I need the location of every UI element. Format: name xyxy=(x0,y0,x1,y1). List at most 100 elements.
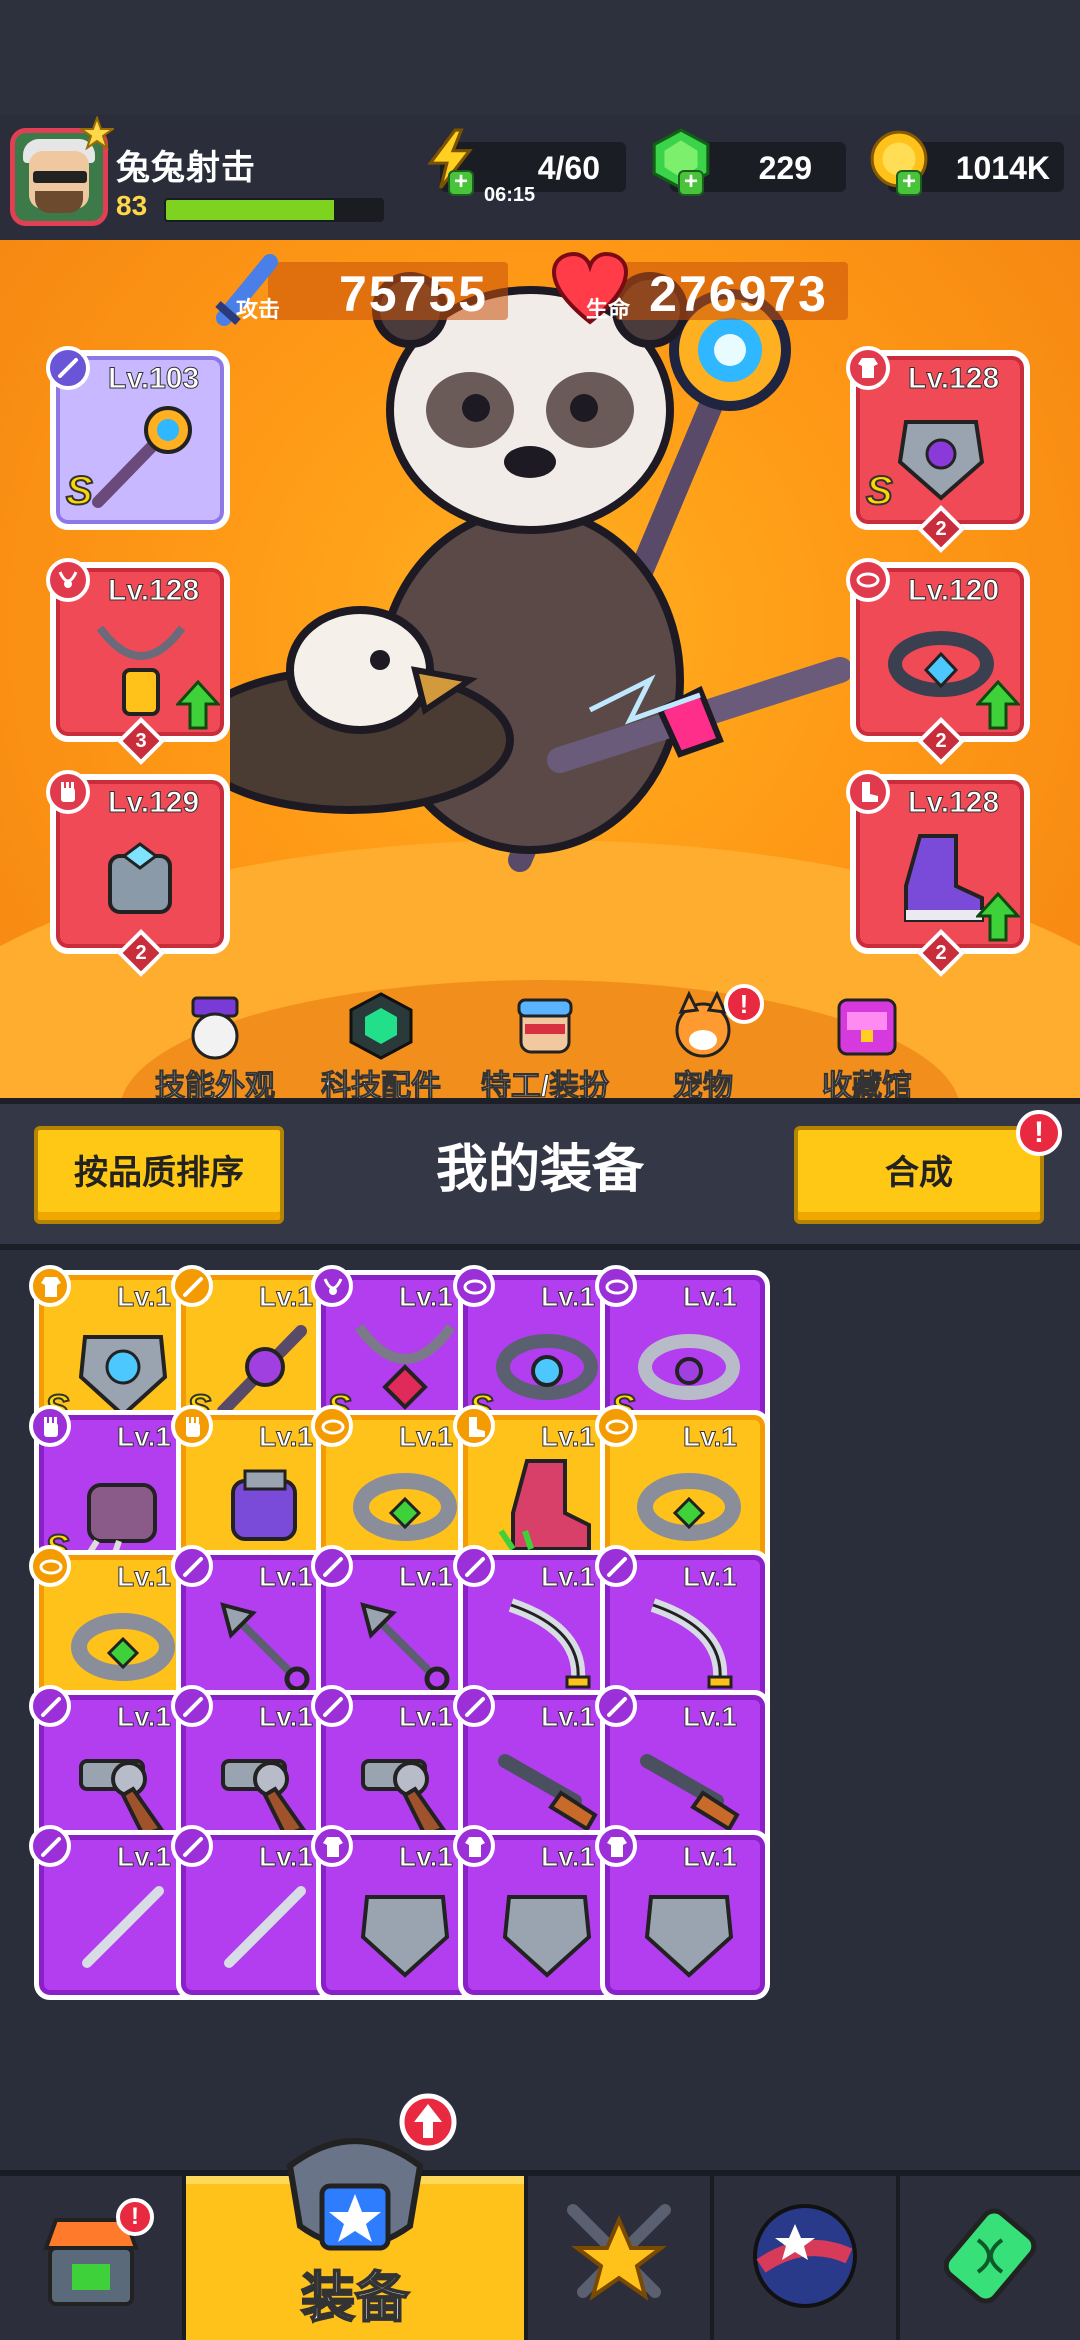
inventory-item[interactable]: Lv.1 xyxy=(595,1825,770,2000)
revolver-icon xyxy=(79,1759,165,1838)
weapon-category-icon xyxy=(453,1545,495,1587)
mech-armor-icon xyxy=(78,1335,168,1418)
item-level: Lv.1 xyxy=(259,1701,314,1733)
sword-icon xyxy=(650,1598,733,1689)
coin-value: 1014K xyxy=(955,150,1050,186)
weapon-category-icon xyxy=(29,1685,71,1727)
necklace-category-icon xyxy=(311,1265,353,1307)
feature-pet[interactable]: 宠物 ! xyxy=(618,984,788,1104)
item-level: Lv.1 xyxy=(399,1281,454,1313)
equipped-boots-slot[interactable]: Lv.128 2 xyxy=(846,770,1030,978)
avatar-beard xyxy=(35,191,83,213)
item-level: Lv.1 xyxy=(259,1421,314,1453)
weapon-category-icon xyxy=(29,1825,71,1867)
equipped-necklace-slot[interactable]: Lv.128 3 xyxy=(46,558,230,766)
add-coin-icon[interactable]: + xyxy=(896,170,922,196)
xp-bar xyxy=(164,198,384,222)
weapon-category-icon xyxy=(171,1825,213,1867)
gloves-category-icon xyxy=(171,1405,213,1447)
item-level: Lv.1 xyxy=(683,1701,738,1733)
upgrade-arrow-icon xyxy=(976,680,1020,730)
item-level: Lv.1 xyxy=(117,1421,172,1453)
claw-gauntlet-icon xyxy=(84,1483,157,1560)
item-level: Lv.1 xyxy=(259,1281,314,1313)
item-level: Lv.1 xyxy=(117,1561,172,1593)
staff-icon xyxy=(92,406,192,508)
feature-collection[interactable]: 收藏馆 xyxy=(782,990,952,1104)
weapon-category-icon xyxy=(595,1545,637,1587)
belt-category-icon xyxy=(311,1405,353,1447)
collection-icon xyxy=(837,998,897,1056)
silver-belt-icon xyxy=(638,1334,740,1400)
tab-equipment[interactable]: 装备 xyxy=(186,2138,528,2340)
equipped-weapon-slot[interactable]: Lv.103 S xyxy=(46,346,230,530)
pet-alert-badge: ! xyxy=(724,984,764,1024)
energy-resource[interactable]: + 4/60 06:15 xyxy=(427,128,626,206)
sword-icon xyxy=(508,1598,591,1689)
belt-category-icon xyxy=(595,1265,637,1307)
tab-world[interactable] xyxy=(714,2176,900,2340)
feature-tech-part[interactable]: 科技配件 xyxy=(296,990,466,1104)
status-bar xyxy=(0,0,1080,115)
weapon-category-icon xyxy=(171,1545,213,1587)
item-level: Lv.1 xyxy=(683,1421,738,1453)
weapon-category-icon xyxy=(171,1265,213,1307)
item-level: Lv.1 xyxy=(259,1561,314,1593)
hero-character[interactable] xyxy=(230,240,870,920)
item-level: Lv.1 xyxy=(399,1561,454,1593)
revolver-icon xyxy=(221,1759,307,1838)
gauntlet-icon xyxy=(108,842,172,914)
dna-icon xyxy=(943,2208,1037,2304)
feature-skill-skin[interactable]: 技能外观 xyxy=(130,990,300,1104)
item-level: Lv.1 xyxy=(541,1561,596,1593)
item-level: Lv.1 xyxy=(541,1841,596,1873)
slot-level: Lv.103 xyxy=(107,362,200,396)
gloves-category-icon xyxy=(46,770,90,814)
armor-category-icon xyxy=(311,1825,353,1867)
add-gem-icon[interactable]: + xyxy=(678,170,704,196)
slot-level: Lv.128 xyxy=(107,574,200,608)
shotgun-icon xyxy=(640,1754,740,1832)
tab-battle[interactable] xyxy=(528,2176,714,2340)
boots-category-icon xyxy=(453,1405,495,1447)
equipped-belt-slot[interactable]: Lv.120 2 xyxy=(846,558,1030,766)
tab-dna[interactable] xyxy=(900,2176,1080,2340)
item-level: Lv.1 xyxy=(117,1281,172,1313)
energy-value: 4/60 xyxy=(537,150,600,186)
star-count: 3 xyxy=(116,716,166,766)
item-level: Lv.1 xyxy=(683,1281,738,1313)
boots-category-icon xyxy=(846,770,890,814)
player-name: 兔兔射击 xyxy=(116,149,256,187)
equipped-armor-slot[interactable]: Lv.128 S 2 xyxy=(846,346,1030,554)
gloves-category-icon xyxy=(29,1405,71,1447)
coin-resource[interactable]: + 1014K xyxy=(870,130,1064,196)
hp-stat: 生命 276973 xyxy=(551,251,848,325)
merge-button[interactable]: 合成 xyxy=(794,1126,1044,1224)
belt-category-icon xyxy=(846,558,890,602)
equipped-gloves-slot[interactable]: Lv.129 2 xyxy=(46,770,230,978)
armor-category-icon xyxy=(595,1825,637,1867)
item-level: Lv.1 xyxy=(259,1841,314,1873)
item-level: Lv.1 xyxy=(683,1561,738,1593)
weapon-category-icon xyxy=(311,1545,353,1587)
xp-bar-fill xyxy=(166,200,335,220)
item-level: Lv.1 xyxy=(541,1701,596,1733)
gem-resource[interactable]: + 229 xyxy=(652,128,846,196)
agent-icon xyxy=(517,998,573,1054)
world-icon xyxy=(753,2204,857,2308)
tech-part-icon xyxy=(349,992,413,1060)
attack-label: 攻击 xyxy=(236,297,281,322)
inventory-grid[interactable]: Lv.1S2Lv.1SLv.1S2Lv.1SLv.1SLv.1SLv.13Lv.… xyxy=(0,1250,1080,2170)
slot-level: Lv.128 xyxy=(907,362,1000,396)
gem-belt-icon xyxy=(637,1473,741,1541)
feature-agent[interactable]: 特工/装扮 xyxy=(460,990,630,1104)
gem-value: 229 xyxy=(758,150,812,186)
hp-label: 生命 xyxy=(586,297,631,322)
tab-shop[interactable]: ! xyxy=(0,2176,186,2340)
armor-category-icon xyxy=(453,1825,495,1867)
add-energy-icon[interactable]: + xyxy=(448,170,474,196)
belt-category-icon xyxy=(595,1405,637,1447)
armor-icon xyxy=(360,1895,450,1978)
necklace-category-icon xyxy=(46,558,90,602)
armor-icon xyxy=(502,1895,592,1978)
